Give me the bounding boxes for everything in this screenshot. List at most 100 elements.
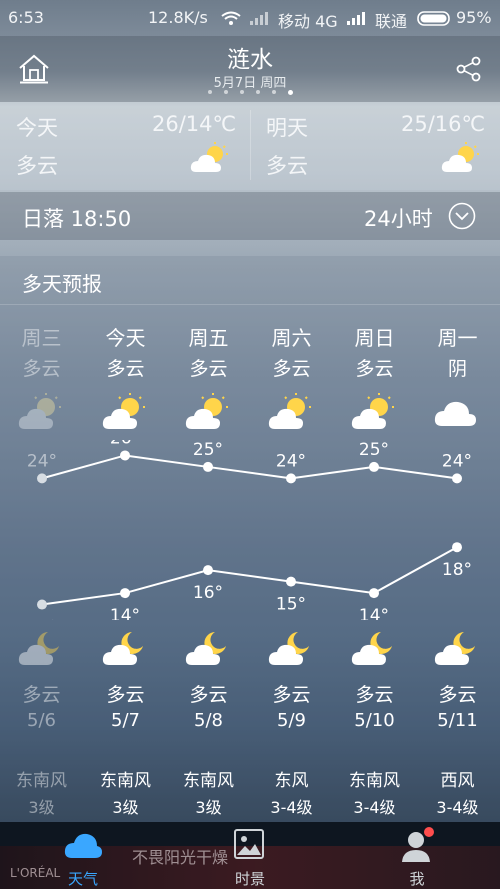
forecast-wind-direction: 西风 [440, 771, 475, 791]
forecast-night-icon [333, 628, 416, 668]
forecast-day-condition: 多云 [272, 358, 311, 380]
forecast-night-icon [416, 628, 499, 668]
hourly-toggle-label[interactable]: 24小时 [364, 203, 433, 233]
forecast-night-condition: 多云 [355, 684, 394, 706]
low-temp-point [120, 588, 130, 599]
forecast-day-name: 周六 [271, 326, 312, 350]
user-icon [402, 827, 434, 862]
tomorrow-label: 明天 [266, 116, 308, 140]
high-temp-label: 24° [276, 451, 306, 471]
page-indicator [208, 89, 294, 96]
high-temp-label: 26° [110, 440, 140, 448]
forecast-day-condition: 阴 [447, 358, 467, 380]
bottom-nav: L'ORÉAL 不畏阳光干燥 天气 时景 我 [0, 822, 500, 889]
sunset-time: 日落 18:50 [22, 207, 132, 231]
forecast-wind-level: 3-4级 [436, 798, 479, 817]
battery-level: 95% [456, 8, 492, 27]
moon-cloud-icon [18, 632, 59, 665]
partly-cloudy-icon [268, 393, 311, 429]
cloud-icon [434, 401, 476, 426]
forecast-date: 5/6 [27, 710, 56, 731]
forecast-night-icon [250, 628, 333, 668]
tab-me-label: 我 [409, 870, 425, 888]
forecast-wind-direction: 东南风 [16, 771, 67, 791]
forecast-day-icon [0, 392, 83, 432]
forecast-day-name: 周一 [437, 326, 478, 350]
low-temp-point [37, 599, 47, 610]
forecast-date: 5/9 [277, 710, 306, 731]
low-temp-point [452, 542, 462, 553]
forecast-day-name: 周日 [354, 326, 395, 350]
forecast-day-name: 今天 [105, 326, 146, 350]
picture-icon [234, 829, 264, 859]
forecast-wind-level: 3-4级 [270, 798, 313, 817]
low-temp-label: 18° [442, 560, 472, 580]
partly-cloudy-icon [351, 393, 394, 429]
chevron-down-icon[interactable] [448, 202, 476, 230]
current-date: 5月7日 周四 [213, 76, 287, 91]
forecast-date: 5/8 [194, 710, 223, 731]
forecast-wind-direction: 东南风 [349, 771, 400, 791]
forecast-day-name: 周三 [21, 326, 62, 350]
forecast-date: 5/11 [437, 710, 478, 731]
status-bar: 6:53 12.8K/s 移动 4G 联通 95% [0, 0, 500, 36]
forecast-night-condition: 多云 [189, 684, 228, 706]
moon-cloud-icon [434, 632, 475, 665]
partly-cloudy-icon [102, 393, 145, 429]
sunset-bar[interactable]: 日落 18:50 24小时 [0, 192, 500, 240]
high-temp-point [37, 473, 47, 484]
partly-cloudy-icon [190, 142, 228, 172]
forecast-day-icon [250, 392, 333, 432]
high-temp-label: 25° [359, 440, 389, 460]
forecast-night-icon [84, 628, 167, 668]
low-temp-label: 13° [27, 618, 57, 620]
low-temp-point [369, 588, 379, 599]
today-cond: 多云 [16, 154, 58, 178]
forecast-wind-direction: 东风 [274, 771, 309, 791]
temperature-chart: 24° 26° 25° 24° 25° 24° 13° 14° 16° 15° 14° 18° [27, 440, 472, 620]
tomorrow-temp: 25/16℃ [401, 112, 486, 136]
forecast-day-condition: 多云 [22, 358, 61, 380]
today-tomorrow-summary: 今天 26/14℃ 多云 明天 25/16℃ 多云 [0, 102, 500, 190]
cloud-icon [64, 833, 102, 858]
forecast-night-condition: 多云 [22, 684, 61, 706]
tab-scenery-label: 时景 [234, 870, 265, 888]
battery-icon [417, 11, 450, 26]
moon-cloud-icon [268, 632, 309, 665]
moon-cloud-icon [185, 632, 226, 665]
low-temp-line [41, 546, 458, 606]
high-temp-point [203, 461, 213, 472]
partly-cloudy-icon [185, 393, 228, 429]
high-temp-label: 24° [27, 451, 57, 471]
high-temp-point [452, 473, 462, 484]
low-temp-label: 14° [110, 606, 140, 620]
forecast-night-icon [167, 628, 250, 668]
forecast-day-condition: 多云 [355, 358, 394, 380]
share-icon[interactable] [456, 56, 482, 82]
today-temp: 26/14℃ [152, 112, 237, 136]
forecast-day-icon [416, 392, 499, 432]
low-temp-point [286, 576, 296, 587]
signal-icon-1 [250, 12, 268, 25]
carrier-2: 联通 [375, 12, 408, 31]
status-time: 6:53 [8, 8, 44, 27]
high-temp-point [120, 450, 130, 461]
high-temp-label: 25° [193, 440, 223, 460]
forecast-day-icon [84, 392, 167, 432]
moon-cloud-icon [102, 632, 143, 665]
tab-me[interactable]: 我 [334, 822, 500, 889]
forecast-date: 5/7 [111, 710, 140, 731]
high-temp-label: 24° [442, 451, 472, 471]
forecast-night-condition: 多云 [438, 684, 477, 706]
forecast-wind-direction: 东南风 [100, 771, 151, 791]
notification-badge [424, 827, 434, 837]
city-name[interactable]: 涟水 [0, 40, 500, 74]
forecast-wind-level: 3级 [112, 798, 139, 817]
tab-weather[interactable]: 天气 [0, 822, 166, 889]
low-temp-point [203, 565, 213, 576]
today-label: 今天 [16, 116, 58, 140]
forecast-night-condition: 多云 [272, 684, 311, 706]
tab-scenery[interactable]: 时景 [167, 822, 333, 889]
forecast-day-name: 周五 [188, 326, 229, 350]
moon-cloud-icon [351, 632, 392, 665]
